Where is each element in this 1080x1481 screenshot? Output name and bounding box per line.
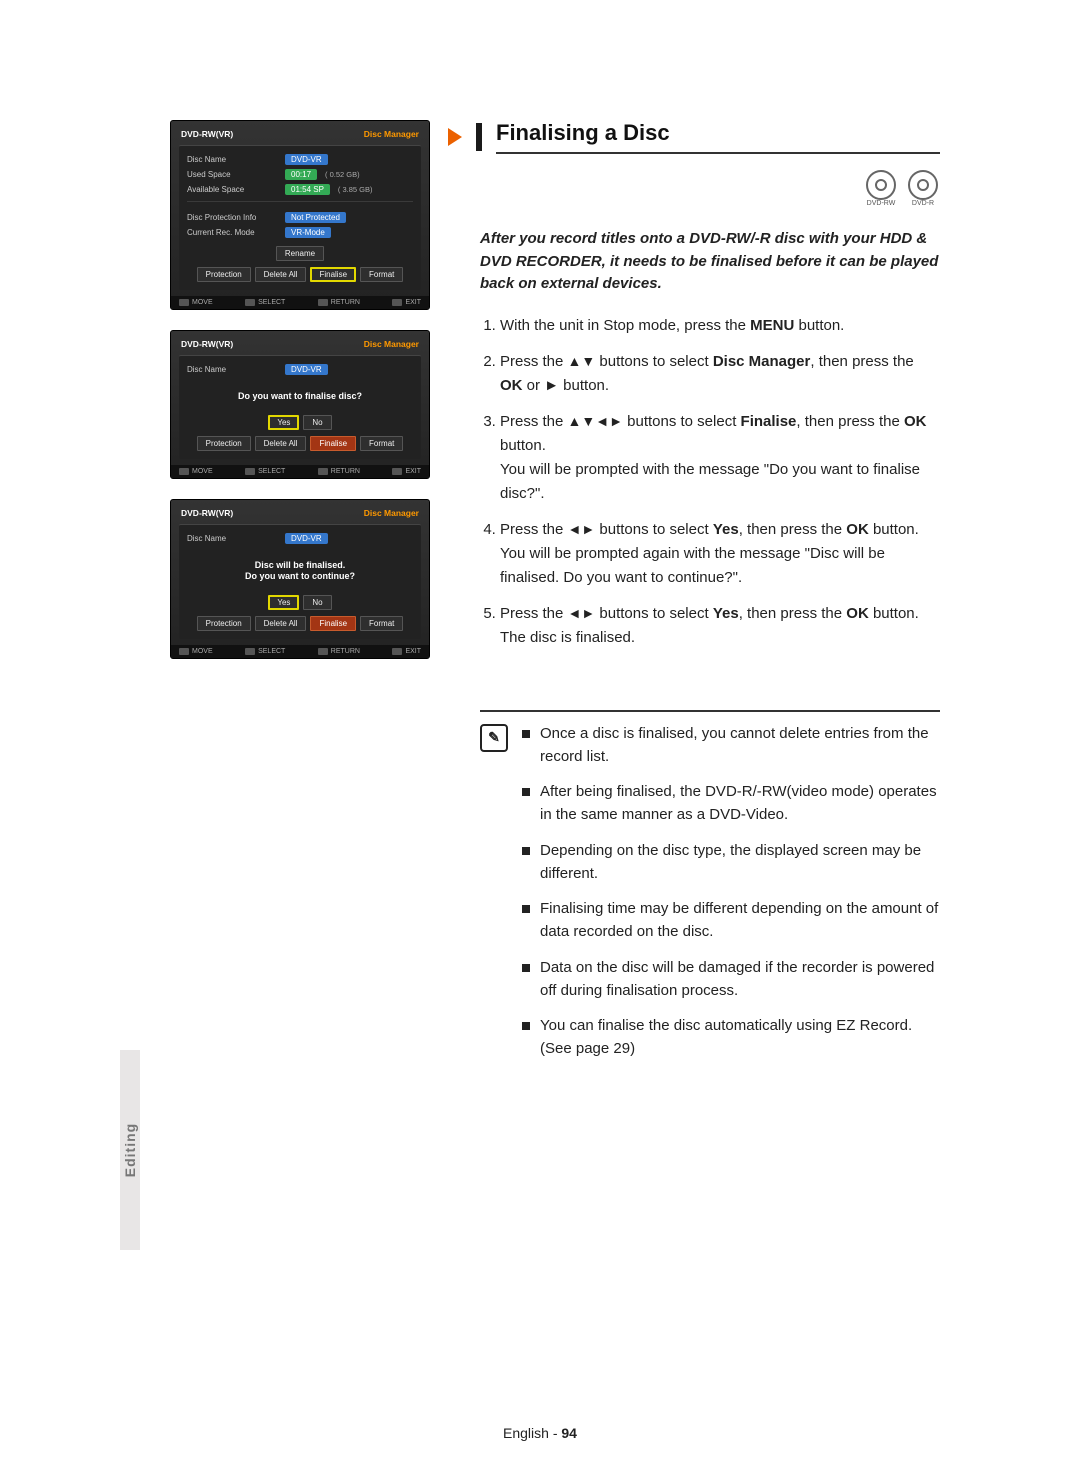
notes-list: Once a disc is finalised, you cannot del… (522, 722, 940, 1073)
footer-lang: English (503, 1425, 549, 1441)
osd1-title-right: Disc Manager (364, 129, 419, 139)
section-tab: Editing (120, 1050, 140, 1250)
dvd-r-icon: DVD-R (906, 168, 940, 208)
note-item: Finalising time may be different dependi… (522, 897, 940, 944)
osd1-format-button[interactable]: Format (360, 267, 403, 282)
osd2-titlebar: DVD-RW(VR) Disc Manager (171, 335, 429, 355)
osd1-rename-row: Rename (187, 246, 413, 261)
osd2-yesno-row: Yes No (187, 415, 413, 430)
osd3-modal-text: Disc will be finalised. Do you want to c… (187, 546, 413, 589)
section-tab-label: Editing (122, 1123, 138, 1177)
osd1-finalise-button[interactable]: Finalise (310, 267, 356, 282)
section-title: Finalising a Disc (496, 120, 940, 154)
note-icon: ✎ (480, 724, 508, 752)
page-footer: English - 94 (0, 1425, 1080, 1441)
section-marker-icon (448, 128, 462, 146)
osd2-yes-button[interactable]: Yes (268, 415, 299, 430)
section-intro: After you record titles onto a DVD-RW/-R… (480, 228, 940, 296)
text-column: Finalising a Disc DVD-RW DVD-R After you… (480, 120, 940, 1073)
osd1-titlebar: DVD-RW(VR) Disc Manager (171, 125, 429, 145)
step-5: Press the ◄► buttons to select Yes, then… (500, 602, 940, 650)
osd2-hintbar: MOVE SELECT RETURN EXIT (171, 465, 429, 478)
osd1-row-used: Used Space 00:17 ( 0.52 GB) (187, 167, 413, 182)
up-down-arrows-icon: ▲▼ (568, 354, 596, 368)
osd-screen-1: DVD-RW(VR) Disc Manager Disc Name DVD-VR… (170, 120, 430, 310)
disc-icons: DVD-RW DVD-R (480, 168, 940, 208)
osd2-no-button[interactable]: No (303, 415, 331, 430)
dvd-rw-icon: DVD-RW (864, 168, 898, 208)
disc-ring-icon (908, 170, 938, 200)
osd1-protection-button[interactable]: Protection (197, 267, 251, 282)
two-column-layout: DVD-RW(VR) Disc Manager Disc Name DVD-VR… (170, 120, 940, 1073)
osd1-row-prot: Disc Protection Info Not Protected (187, 210, 413, 225)
osd1-row-discname: Disc Name DVD-VR (187, 152, 413, 167)
step-1: With the unit in Stop mode, press the ME… (500, 314, 940, 338)
osd3-yesno-row: Yes No (187, 595, 413, 610)
osd3-row-discname: Disc Name DVD-VR (187, 531, 413, 546)
osd3-body: Disc Name DVD-VR Disc will be finalised.… (179, 524, 421, 639)
note-item: You can finalise the disc automatically … (522, 1014, 940, 1061)
osd2-modal-text: Do you want to finalise disc? (187, 377, 413, 409)
osd2-body: Disc Name DVD-VR Do you want to finalise… (179, 355, 421, 459)
osd1-body: Disc Name DVD-VR Used Space 00:17 ( 0.52… (179, 145, 421, 290)
section-heading-bar: Finalising a Disc (480, 120, 940, 154)
note-item: Once a disc is finalised, you cannot del… (522, 722, 940, 769)
step-4: Press the ◄► buttons to select Yes, then… (500, 518, 940, 590)
left-right-arrows-icon: ◄► (568, 522, 596, 536)
osd3-titlebar: DVD-RW(VR) Disc Manager (171, 504, 429, 524)
osd-screen-2: DVD-RW(VR) Disc Manager Disc Name DVD-VR… (170, 330, 430, 479)
osd3-hintbar: MOVE SELECT RETURN EXIT (171, 645, 429, 658)
osd1-row-avail: Available Space 01:54 SP ( 3.85 GB) (187, 182, 413, 197)
step-3-extra: You will be prompted with the message "D… (500, 458, 940, 506)
osd1-hintbar: MOVE SELECT RETURN EXIT (171, 296, 429, 309)
note-item: Data on the disc will be damaged if the … (522, 956, 940, 1003)
osd1-btnrow: Protection Delete All Finalise Format (187, 267, 413, 282)
note-item: Depending on the disc type, the displaye… (522, 839, 940, 886)
osd2-btnrow: Protection Delete All Finalise Format (187, 436, 413, 451)
dpad-arrows-icon: ▲▼◄► (568, 414, 623, 428)
osd1-row-recmode: Current Rec. Mode VR-Mode (187, 225, 413, 240)
footer-page: 94 (561, 1425, 577, 1441)
osd1-rename-button[interactable]: Rename (276, 246, 324, 261)
osd1-deleteall-button[interactable]: Delete All (255, 267, 307, 282)
osd3-btnrow: Protection Delete All Finalise Format (187, 616, 413, 631)
note-item: After being finalised, the DVD-R/-RW(vid… (522, 780, 940, 827)
steps-list: With the unit in Stop mode, press the ME… (480, 314, 940, 650)
osd3-no-button[interactable]: No (303, 595, 331, 610)
osd1-title-left: DVD-RW(VR) (181, 129, 233, 139)
notes-block: ✎ Once a disc is finalised, you cannot d… (480, 710, 940, 1073)
step-4-extra: You will be prompted again with the mess… (500, 542, 940, 590)
step-3: Press the ▲▼◄► buttons to select Finalis… (500, 410, 940, 506)
osd-screenshots-column: DVD-RW(VR) Disc Manager Disc Name DVD-VR… (170, 120, 440, 1073)
step-2: Press the ▲▼ buttons to select Disc Mana… (500, 350, 940, 398)
disc-ring-icon (866, 170, 896, 200)
step-5-extra: The disc is finalised. (500, 626, 940, 650)
osd-screen-3: DVD-RW(VR) Disc Manager Disc Name DVD-VR… (170, 499, 430, 659)
osd3-yes-button[interactable]: Yes (268, 595, 299, 610)
manual-page: Editing DVD-RW(VR) Disc Manager Disc Nam… (0, 0, 1080, 1481)
section-accent (476, 123, 482, 151)
left-right-arrows-icon: ◄► (568, 606, 596, 620)
osd2-row-discname: Disc Name DVD-VR (187, 362, 413, 377)
